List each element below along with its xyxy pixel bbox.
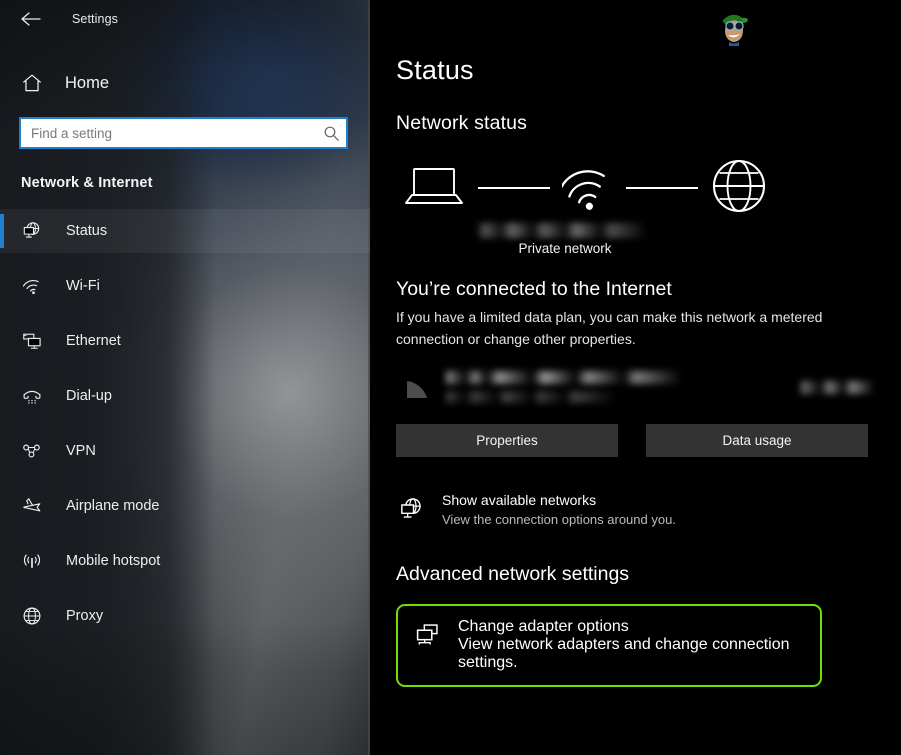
- connection-status-description: If you have a limited data plan, you can…: [396, 309, 823, 347]
- search-container: [0, 105, 370, 149]
- data-usage-amount-group: [791, 380, 901, 394]
- sidebar-home-label: Home: [65, 73, 110, 92]
- page-title: Status: [396, 55, 474, 85]
- show-available-networks-description: View the connection options around you.: [442, 512, 676, 527]
- data-usage-network-name-redacted: [446, 371, 686, 384]
- airplane-icon: [21, 495, 43, 517]
- sidebar-item-proxy[interactable]: Proxy: [0, 594, 370, 638]
- network-diagram: [396, 157, 901, 219]
- sidebar-item-wifi[interactable]: Wi-Fi: [0, 264, 370, 308]
- wifi-signal-icon: [558, 158, 614, 219]
- properties-button[interactable]: Properties: [396, 424, 618, 457]
- change-adapter-options-title: Change adapter options: [458, 618, 629, 635]
- ethernet-icon: [21, 330, 43, 352]
- hotspot-icon: [21, 550, 43, 572]
- back-arrow-icon: [20, 11, 42, 27]
- sidebar-item-mobile-hotspot[interactable]: Mobile hotspot: [0, 539, 370, 583]
- sidebar-item-label: Proxy: [66, 608, 104, 624]
- change-adapter-options-description: View network adapters and change connect…: [458, 636, 790, 671]
- adapter-monitor-icon: [412, 618, 442, 648]
- change-adapter-options-row[interactable]: Change adapter options View network adap…: [396, 604, 822, 687]
- search-input[interactable]: [21, 125, 316, 141]
- back-button[interactable]: [14, 4, 48, 34]
- globe-icon: [710, 157, 768, 220]
- sidebar-nav-list: Status Wi-Fi Ethernet Dial-up VPN Airpla…: [0, 209, 370, 638]
- app-title: Settings: [72, 12, 118, 26]
- network-type-label: Private network: [518, 241, 612, 256]
- wifi-icon: [21, 275, 43, 297]
- sidebar-item-label: Airplane mode: [66, 498, 160, 514]
- dialup-phone-icon: [21, 385, 43, 407]
- sidebar-item-label: Wi-Fi: [66, 278, 100, 294]
- vpn-icon: [21, 440, 43, 462]
- data-usage-amount-redacted: [801, 380, 875, 394]
- sidebar-item-home[interactable]: Home: [0, 61, 370, 105]
- connection-line-left: [478, 187, 550, 189]
- home-icon: [21, 72, 43, 94]
- show-available-networks-text: Show available networks View the connect…: [442, 492, 676, 527]
- globe-monitor-icon: [396, 492, 426, 523]
- data-usage-summary-row: [396, 364, 901, 410]
- sidebar-item-label: Mobile hotspot: [66, 553, 161, 569]
- settings-sidebar: Settings Home Find a setting Network & I…: [0, 0, 370, 755]
- advanced-network-settings-heading: Advanced network settings: [396, 563, 630, 585]
- show-available-networks-row[interactable]: Show available networks View the connect…: [396, 492, 901, 527]
- search-icon[interactable]: [316, 125, 346, 142]
- network-name-redacted: [476, 223, 654, 238]
- wifi-signal-icon: [396, 372, 442, 402]
- sidebar-category-heading: Network & Internet: [21, 175, 153, 191]
- sidebar-item-ethernet[interactable]: Ethernet: [0, 319, 370, 363]
- sidebar-item-label: Ethernet: [66, 333, 121, 349]
- connection-status-title: You’re connected to the Internet: [396, 278, 672, 300]
- data-usage-period-redacted: [446, 391, 621, 403]
- network-label-group: Private network: [396, 223, 726, 256]
- show-available-networks-title: Show available networks: [442, 492, 597, 508]
- proxy-globe-icon: [21, 605, 43, 627]
- sidebar-item-airplane-mode[interactable]: Airplane mode: [0, 484, 370, 528]
- change-adapter-options-text: Change adapter options View network adap…: [458, 618, 808, 672]
- laptop-icon: [404, 163, 466, 214]
- status-globe-monitor-icon: [21, 220, 43, 242]
- sidebar-item-label: Dial-up: [66, 388, 112, 404]
- sidebar-item-vpn[interactable]: VPN: [0, 429, 370, 473]
- settings-main-panel: Status Network status Private network Yo…: [370, 0, 901, 755]
- sidebar-item-label: VPN: [66, 443, 96, 459]
- data-usage-text-group: [442, 371, 791, 403]
- appuals-mascot-logo: [711, 5, 755, 49]
- sidebar-item-label: Status: [66, 223, 108, 239]
- titlebar: Settings: [0, 0, 370, 38]
- settings-window: Settings Home Find a setting Network & I…: [0, 0, 901, 755]
- sidebar-item-dialup[interactable]: Dial-up: [0, 374, 370, 418]
- sidebar-item-status[interactable]: Status: [0, 209, 370, 253]
- connection-line-right: [626, 187, 698, 189]
- data-usage-button[interactable]: Data usage: [646, 424, 868, 457]
- action-button-row: Properties Data usage: [396, 424, 901, 457]
- network-status-heading: Network status: [396, 112, 528, 134]
- search-box[interactable]: [19, 117, 348, 149]
